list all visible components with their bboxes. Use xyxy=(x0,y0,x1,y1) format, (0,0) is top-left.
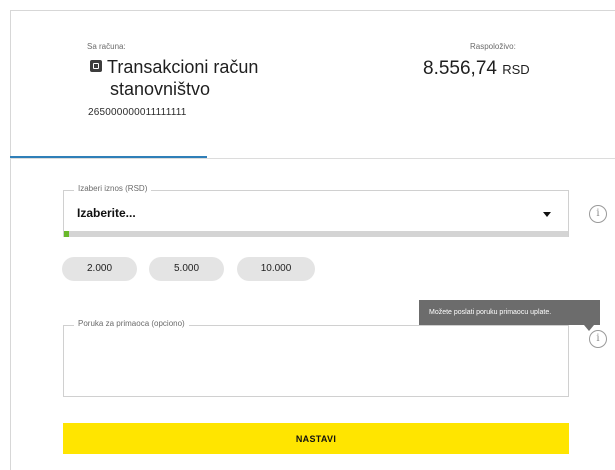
from-account-label: Sa računa: xyxy=(87,42,126,51)
message-textarea[interactable]: Poruka za primaoca (opciono) xyxy=(63,319,569,397)
account-header xyxy=(10,11,615,159)
account-number: 265000000011111111 xyxy=(88,107,187,118)
continue-button[interactable]: NASTAVI xyxy=(63,423,569,454)
account-name: Transakcioni račun xyxy=(107,57,259,77)
info-icon[interactable]: i xyxy=(589,205,607,223)
message-field-label: Poruka za primaoca (opciono) xyxy=(74,319,189,328)
active-tab-indicator xyxy=(10,156,207,158)
amount-select[interactable]: Izaberi iznos (RSD) Izaberite... xyxy=(63,184,569,237)
quick-amount-chip-2000[interactable]: 2.000 xyxy=(62,257,137,281)
message-tooltip: Možete poslati poruku primaocu uplate. xyxy=(419,300,600,331)
amount-progress-fill xyxy=(64,231,70,237)
account-card-icon xyxy=(90,60,102,72)
quick-amount-chip-5000[interactable]: 5.000 xyxy=(149,257,224,281)
amount-select-value[interactable]: Izaberite... xyxy=(77,206,136,220)
available-balance-label: Raspoloživo: xyxy=(470,42,516,51)
info-icon[interactable]: i xyxy=(589,330,607,348)
available-balance: 8.556,74 RSD xyxy=(423,58,530,80)
amount-progress-bar xyxy=(64,231,568,237)
quick-amount-chip-10000[interactable]: 10.000 xyxy=(237,257,315,281)
available-balance-amount: 8.556,74 xyxy=(423,58,497,79)
account-name-line2: stanovništvo xyxy=(110,79,211,99)
chevron-down-icon[interactable] xyxy=(543,212,551,217)
available-balance-currency: RSD xyxy=(502,62,530,77)
amount-select-label: Izaberi iznos (RSD) xyxy=(74,184,152,193)
